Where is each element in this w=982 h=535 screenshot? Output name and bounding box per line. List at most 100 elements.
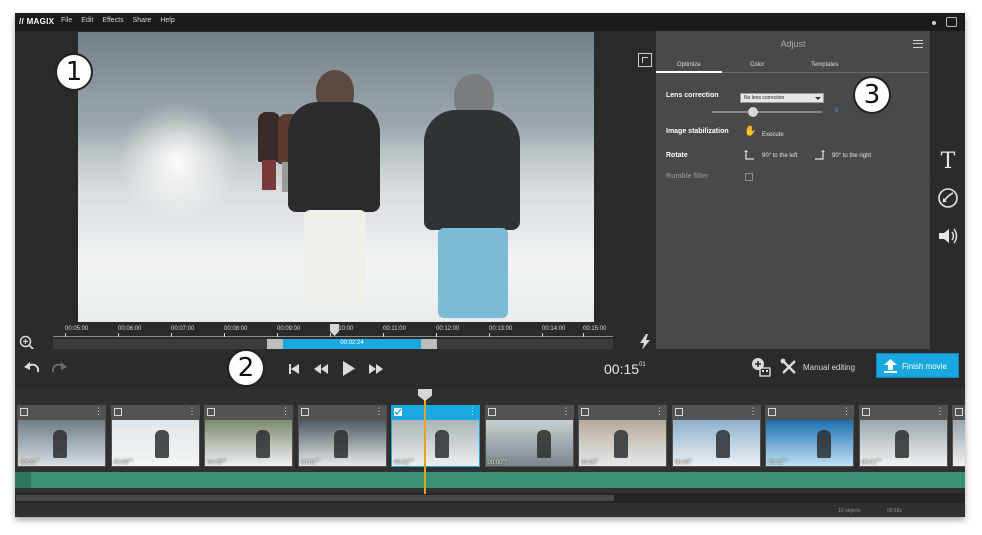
timeline-clip[interactable]: ⋮: [952, 405, 965, 467]
scrub-track[interactable]: 00:02:24: [53, 339, 613, 349]
clip-checkbox[interactable]: [487, 408, 496, 416]
clip-header: ⋮: [485, 405, 574, 420]
menu-file[interactable]: File: [61, 17, 72, 24]
app-logo: // MAGIX: [19, 17, 55, 26]
menu-help[interactable]: Help: [160, 17, 174, 24]
image-stabilization-label: Image stabilization: [666, 128, 729, 135]
clip-checkbox[interactable]: [674, 408, 683, 416]
rotate-left-icon[interactable]: [744, 149, 755, 160]
menu-effects[interactable]: Effects: [102, 17, 123, 24]
clip-checkbox[interactable]: [394, 408, 402, 416]
clip-checkbox[interactable]: [113, 408, 122, 416]
audio-icon[interactable]: [937, 227, 959, 245]
clip-menu-icon[interactable]: ⋮: [749, 406, 758, 416]
timeline-playhead-handle[interactable]: [418, 389, 432, 401]
timeline: ⋮ 00:0324 ⋮ 00:0524 ⋮ 00:0324 ⋮ 00:0150 ⋮ 00:0224…: [15, 389, 965, 517]
range-end-handle[interactable]: [421, 339, 437, 349]
timeline-playhead-line[interactable]: [424, 389, 426, 494]
clip-menu-icon[interactable]: ⋮: [842, 406, 851, 416]
timeline-scrollbar[interactable]: [15, 493, 965, 503]
clip-menu-icon[interactable]: ⋮: [188, 406, 197, 416]
timeline-clip[interactable]: ⋮ 00:0150: [297, 405, 387, 467]
finish-movie-button[interactable]: Finish movie: [876, 353, 959, 378]
play-icon[interactable]: [342, 360, 356, 377]
timeline-clip[interactable]: ⋮ 00:0324: [17, 405, 106, 467]
redo-icon[interactable]: [50, 360, 68, 376]
clip-duration: 00:0324: [20, 457, 40, 466]
timeline-clip[interactable]: ⋮ 00:0063: [484, 405, 574, 467]
adjust-tabs: Optimize Color Templates: [656, 60, 930, 73]
menu-share[interactable]: Share: [133, 17, 152, 24]
clip-figure: [333, 430, 348, 458]
skip-back-icon[interactable]: [288, 363, 300, 375]
clip-checkbox[interactable]: [300, 408, 309, 416]
tools-icon[interactable]: [780, 358, 798, 376]
callout-badge-1: 1: [55, 53, 93, 91]
adjust-icon[interactable]: [937, 187, 959, 209]
clip-checkbox[interactable]: [768, 408, 776, 416]
clip-menu-icon[interactable]: ⋮: [281, 406, 290, 416]
clip-header: ⋮: [765, 405, 854, 420]
preview-video-frame[interactable]: [78, 32, 594, 322]
ruler-label: 00:11:00: [383, 326, 406, 337]
tab-color[interactable]: Color: [750, 62, 764, 68]
window-mode-button[interactable]: [946, 17, 957, 27]
clip-figure: [894, 430, 909, 458]
clip-menu-icon[interactable]: ⋮: [562, 406, 571, 416]
range-start-handle[interactable]: [267, 339, 283, 349]
rewind-icon[interactable]: [313, 363, 329, 375]
clip-checkbox[interactable]: [581, 408, 589, 416]
ruler-label: 00:09:00: [277, 326, 301, 337]
lens-slider-track[interactable]: [712, 111, 822, 113]
manual-editing-button[interactable]: Manual editing: [803, 363, 855, 372]
add-media-icon[interactable]: [751, 357, 771, 377]
clip-checkbox[interactable]: [955, 408, 963, 416]
fullscreen-icon[interactable]: [638, 53, 652, 67]
status-objects: 10 objects: [838, 508, 861, 514]
menu-icon[interactable]: [913, 40, 923, 48]
clip-menu-icon[interactable]: ⋮: [375, 406, 384, 416]
clip-checkbox[interactable]: [20, 408, 28, 416]
range-selection[interactable]: 00:02:24: [283, 339, 421, 349]
clip-menu-icon[interactable]: ⋮: [468, 406, 477, 416]
clip-header: ⋮: [204, 405, 293, 420]
tab-optimize[interactable]: Optimize: [677, 62, 701, 68]
audio-track[interactable]: [15, 472, 965, 488]
clip-figure: [817, 430, 831, 458]
clip-menu-icon[interactable]: ⋮: [936, 406, 945, 416]
timeline-clip[interactable]: ⋮ 00:008: [671, 405, 761, 467]
clip-menu-icon[interactable]: ⋮: [655, 406, 664, 416]
clip-menu-icon[interactable]: ⋮: [94, 406, 103, 416]
menu-edit[interactable]: Edit: [81, 17, 93, 24]
app-window: // MAGIX File Edit Effects Share Help 1 …: [15, 13, 965, 517]
rotate-right-button[interactable]: 90° to the right: [832, 153, 871, 159]
clip-checkbox[interactable]: [861, 408, 870, 416]
lens-correction-select[interactable]: No lens correction: [740, 93, 824, 103]
timeline-clip[interactable]: ⋮ 00:004: [578, 405, 667, 467]
clip-figure: [53, 430, 67, 458]
lens-slider-thumb[interactable]: [748, 107, 758, 117]
tab-templates[interactable]: Templates: [811, 62, 838, 68]
hand-icon[interactable]: ✋: [744, 126, 756, 137]
timeline-clip[interactable]: ⋮ 00:0324: [204, 405, 293, 467]
timeline-clip[interactable]: ⋮ 00:0524: [110, 405, 200, 467]
rumble-filter-checkbox[interactable]: [745, 173, 753, 181]
lightning-icon[interactable]: [639, 334, 651, 350]
timeline-clip[interactable]: ⋮ 00:0224: [391, 405, 480, 467]
title-icon[interactable]: T: [938, 149, 958, 174]
clip-checkbox[interactable]: [207, 408, 215, 416]
timeline-clip[interactable]: ⋮ 00:0182: [765, 405, 854, 467]
timeline-clip[interactable]: ⋮ 00:0153: [858, 405, 948, 467]
ruler-label: 00:12:00: [436, 326, 460, 337]
fast-forward-icon[interactable]: [368, 363, 384, 375]
undo-icon[interactable]: [23, 360, 41, 376]
rotate-right-icon[interactable]: [814, 149, 825, 160]
audio-track-handle[interactable]: [15, 472, 31, 488]
main-menu: File Edit Effects Share Help: [61, 17, 175, 24]
rotate-left-button[interactable]: 90° to the left: [762, 153, 797, 159]
scrollbar-thumb[interactable]: [16, 495, 614, 501]
ruler-label: 00:13:00: [489, 326, 513, 337]
clip-header: ⋮: [578, 405, 667, 420]
clip-figure: [614, 430, 628, 458]
execute-button[interactable]: Execute: [762, 132, 784, 138]
